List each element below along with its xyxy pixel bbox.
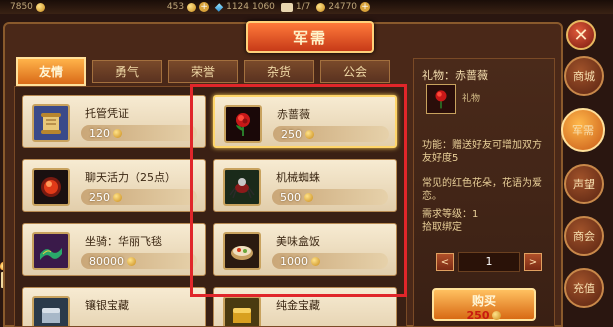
tab-honor[interactable]: 荣誉 (168, 60, 238, 83)
red-rose-icon (426, 84, 456, 114)
resource-6: 24770 + (316, 2, 371, 12)
item-list: 托管凭证 120 赤蔷薇 250 聊天活力（25点） 250 机械蜘蛛 500 … (14, 86, 407, 327)
coin-icon (304, 192, 313, 202)
buy-price-value: 250 (466, 309, 490, 322)
tab-courage[interactable]: 勇气 (92, 60, 162, 83)
tab-guild[interactable]: 公会 (320, 60, 390, 83)
tab-groceries[interactable]: 杂货 (244, 60, 314, 83)
res5-value: 1/7 (295, 2, 311, 12)
resource-3: 1124 1060 (214, 2, 275, 12)
price-value: 250 (89, 190, 110, 204)
item-name: 机械蜘蛛 (276, 171, 320, 184)
coin-icon (127, 256, 136, 266)
detail-requirement: 需求等级：1 (422, 209, 479, 220)
shop-item[interactable]: 镶银宝藏 (22, 287, 206, 326)
resource-1: 7850 (10, 2, 45, 12)
shop-item[interactable]: 美味盒饭 1000 (213, 223, 397, 276)
coin-icon (35, 2, 45, 12)
shop-item-selected[interactable]: 赤蔷薇 250 (213, 95, 397, 148)
shop-item[interactable]: 聊天活力（25点） 250 (22, 159, 206, 212)
shop-item[interactable]: 纯金宝藏 (213, 287, 397, 326)
red-rose-icon (224, 105, 262, 143)
nav-supplies[interactable]: 军需 (561, 108, 605, 152)
coin-icon (311, 256, 320, 266)
coin-icon (113, 192, 122, 202)
coin-icon (316, 2, 326, 12)
item-name: 赤蔷薇 (277, 108, 310, 121)
diamond-icon (214, 2, 224, 12)
shop-item[interactable]: 机械蜘蛛 500 (213, 159, 397, 212)
resource-2: 453 + (166, 2, 210, 12)
nav-mall[interactable]: 商城 (564, 56, 604, 96)
shop-item[interactable]: 坐骑：华丽飞毯 80000 (22, 223, 206, 276)
close-icon: ✕ (573, 25, 589, 46)
decrease-button[interactable]: < (436, 253, 454, 271)
flying-carpet-icon (32, 232, 70, 270)
quantity-field[interactable]: 1 (458, 252, 520, 272)
buy-price: 250 (434, 309, 534, 322)
close-button[interactable]: ✕ (566, 20, 596, 50)
price-value: 250 (281, 127, 302, 141)
detail-binding: 拾取绑定 (422, 222, 462, 233)
item-name: 纯金宝藏 (276, 299, 320, 312)
scroll-icon (32, 104, 70, 142)
res4-value: 1060 (252, 2, 275, 12)
item-price: 250 (81, 189, 197, 205)
item-price: 80000 (81, 253, 197, 269)
add-gold-button[interactable]: + (360, 2, 371, 12)
coin-icon (492, 311, 502, 320)
tab-friendship[interactable]: 友情 (16, 57, 86, 86)
detail-title: 礼物：赤蔷薇 (422, 69, 488, 82)
item-name: 坐骑：华丽飞毯 (85, 235, 162, 248)
chevron-right-icon: > (528, 257, 538, 268)
silver-chest-icon (32, 296, 70, 326)
detail-flavor: 常见的红色花朵，花语为爱恋。 (422, 178, 542, 202)
nav-reputation[interactable]: 声望 (564, 164, 604, 204)
item-name: 镶银宝藏 (85, 299, 129, 312)
gold-chest-icon (223, 296, 261, 326)
item-price: 500 (272, 189, 388, 205)
res1-value: 7850 (10, 2, 33, 12)
item-price: 1000 (272, 253, 388, 269)
item-name: 聊天活力（25点） (85, 171, 176, 184)
increase-button[interactable]: > (524, 253, 542, 271)
price-value: 500 (280, 190, 301, 204)
add-resource-button[interactable]: + (199, 2, 210, 12)
item-name: 美味盒饭 (276, 235, 320, 248)
nav-recharge[interactable]: 充值 (564, 268, 604, 308)
lunch-box-icon (223, 232, 261, 270)
coin-icon (305, 129, 314, 139)
category-tabs: 友情 勇气 荣誉 杂货 公会 (16, 57, 390, 86)
detail-category: 礼物 (462, 94, 481, 104)
resource-bar: 7850 453 + 1124 1060 1/7 24770 + (0, 0, 613, 14)
chevron-left-icon: < (440, 257, 450, 268)
red-orb-icon (32, 168, 70, 206)
coin-icon (187, 2, 197, 12)
item-price: 120 (81, 125, 197, 141)
shop-item[interactable]: 托管凭证 120 (22, 95, 206, 148)
buy-button[interactable]: 购买 250 (432, 288, 536, 322)
item-price: 250 (273, 126, 389, 142)
price-value: 120 (89, 126, 110, 140)
res2-value: 453 (166, 2, 185, 12)
item-detail-panel: 礼物：赤蔷薇 礼物 功能：赠送好友可增加双方友好度5 常见的红色花朵，花语为爱恋… (413, 58, 555, 327)
coin-icon (113, 128, 122, 138)
price-value: 80000 (89, 254, 124, 268)
scroll-icon (280, 2, 293, 12)
price-value: 1000 (280, 254, 308, 268)
nav-chamber[interactable]: 商会 (564, 216, 604, 256)
res6-value: 24770 (328, 2, 358, 12)
window-title: 军需 (246, 21, 374, 53)
item-name: 托管凭证 (85, 107, 129, 120)
mech-spider-icon (223, 168, 261, 206)
res3-value: 1124 (226, 2, 249, 12)
resource-5: 1/7 (280, 2, 311, 12)
detail-description: 功能：赠送好友可增加双方友好度5 (422, 140, 542, 164)
buy-label: 购买 (471, 294, 496, 308)
quantity-stepper: < 1 > (436, 252, 542, 272)
